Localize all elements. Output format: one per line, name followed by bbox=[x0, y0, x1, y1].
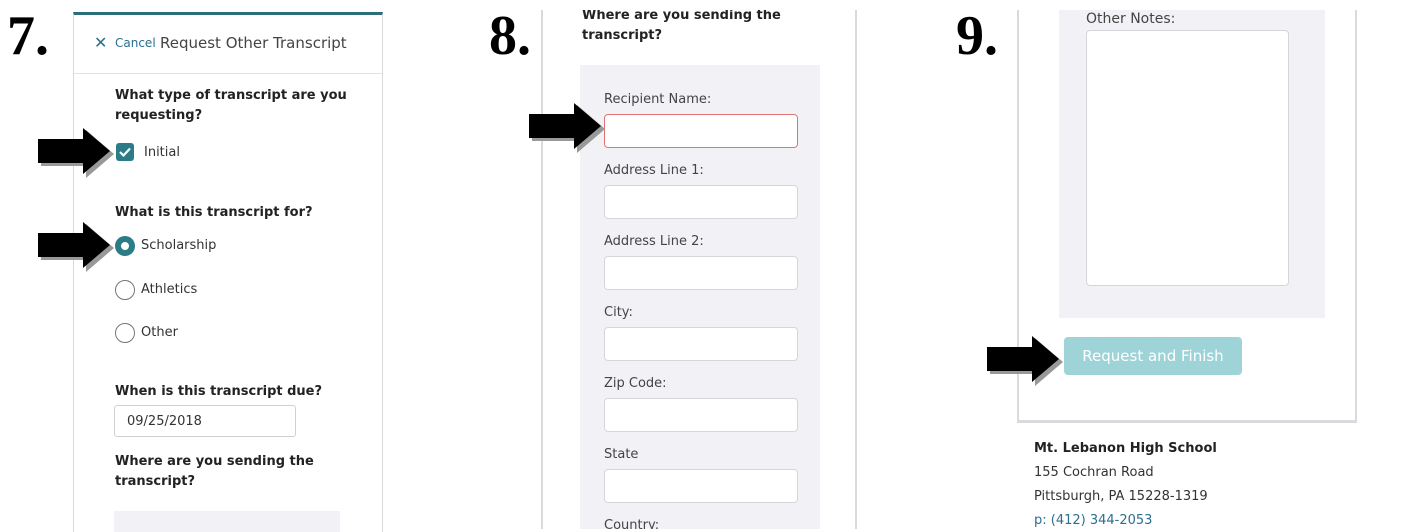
scholarship-label: Scholarship bbox=[141, 238, 217, 253]
request-and-finish-button[interactable]: Request and Finish bbox=[1064, 337, 1242, 375]
question-transcript-type: What type of transcript are you requesti… bbox=[115, 88, 347, 123]
arrow-right-icon bbox=[38, 128, 114, 178]
other-notes-label: Other Notes: bbox=[1086, 11, 1176, 27]
initial-label: Initial bbox=[144, 145, 180, 160]
athletics-label: Athletics bbox=[141, 282, 198, 297]
zip-code-label: Zip Code: bbox=[604, 376, 667, 391]
arrow-right-icon bbox=[529, 103, 605, 153]
question-transcript-for: What is this transcript for? bbox=[115, 205, 313, 220]
school-city: Pittsburgh, PA 15228-1319 bbox=[1034, 489, 1208, 504]
address-line2-field[interactable] bbox=[604, 256, 798, 290]
arrow-right-icon bbox=[987, 336, 1063, 386]
other-label: Other bbox=[141, 325, 178, 340]
country-label: Country: bbox=[604, 518, 660, 529]
cancel-link[interactable]: Cancel bbox=[115, 36, 156, 50]
panel-transcript-type: ✕ Cancel Request Other Transcript What t… bbox=[73, 12, 383, 532]
address-line1-label: Address Line 1: bbox=[604, 163, 704, 178]
address-line1-field[interactable] bbox=[604, 185, 798, 219]
question-destination: Where are you sending the transcript? bbox=[582, 10, 781, 43]
athletics-radio[interactable] bbox=[115, 280, 135, 300]
other-radio[interactable] bbox=[115, 323, 135, 343]
step-number-7: 7. bbox=[7, 5, 49, 67]
other-notes-textarea[interactable] bbox=[1086, 30, 1289, 286]
page-title: Request Other Transcript bbox=[160, 34, 347, 52]
panel-recipient-address: Where are you sending the transcript? Re… bbox=[541, 10, 857, 529]
school-phone[interactable]: p: (412) 344-2053 bbox=[1034, 513, 1152, 528]
city-label: City: bbox=[604, 305, 633, 320]
city-field[interactable] bbox=[604, 327, 798, 361]
step-number-8: 8. bbox=[489, 5, 531, 67]
initial-checkbox[interactable] bbox=[116, 143, 134, 161]
zip-code-field[interactable] bbox=[604, 398, 798, 432]
state-field[interactable] bbox=[604, 469, 798, 503]
step-number-9: 9. bbox=[956, 5, 998, 67]
question-due-date: When is this transcript due? bbox=[115, 384, 323, 399]
state-label: State bbox=[604, 447, 639, 462]
recipient-name-label: Recipient Name: bbox=[604, 92, 712, 107]
address-line2-label: Address Line 2: bbox=[604, 234, 704, 249]
check-icon bbox=[119, 147, 131, 157]
close-icon[interactable]: ✕ bbox=[94, 33, 107, 52]
scholarship-radio[interactable] bbox=[115, 236, 135, 256]
school-street: 155 Cochran Road bbox=[1034, 465, 1154, 480]
due-date-input[interactable]: 09/25/2018 bbox=[114, 405, 296, 437]
school-name: Mt. Lebanon High School bbox=[1034, 441, 1217, 456]
request-header: ✕ Cancel Request Other Transcript bbox=[74, 15, 382, 74]
arrow-right-icon bbox=[38, 222, 114, 272]
panel-notes-submit: Other Notes: Request and Finish bbox=[1017, 10, 1357, 423]
question-destination: Where are you sending the transcript? bbox=[115, 454, 314, 489]
recipient-name-field[interactable] bbox=[604, 114, 798, 148]
